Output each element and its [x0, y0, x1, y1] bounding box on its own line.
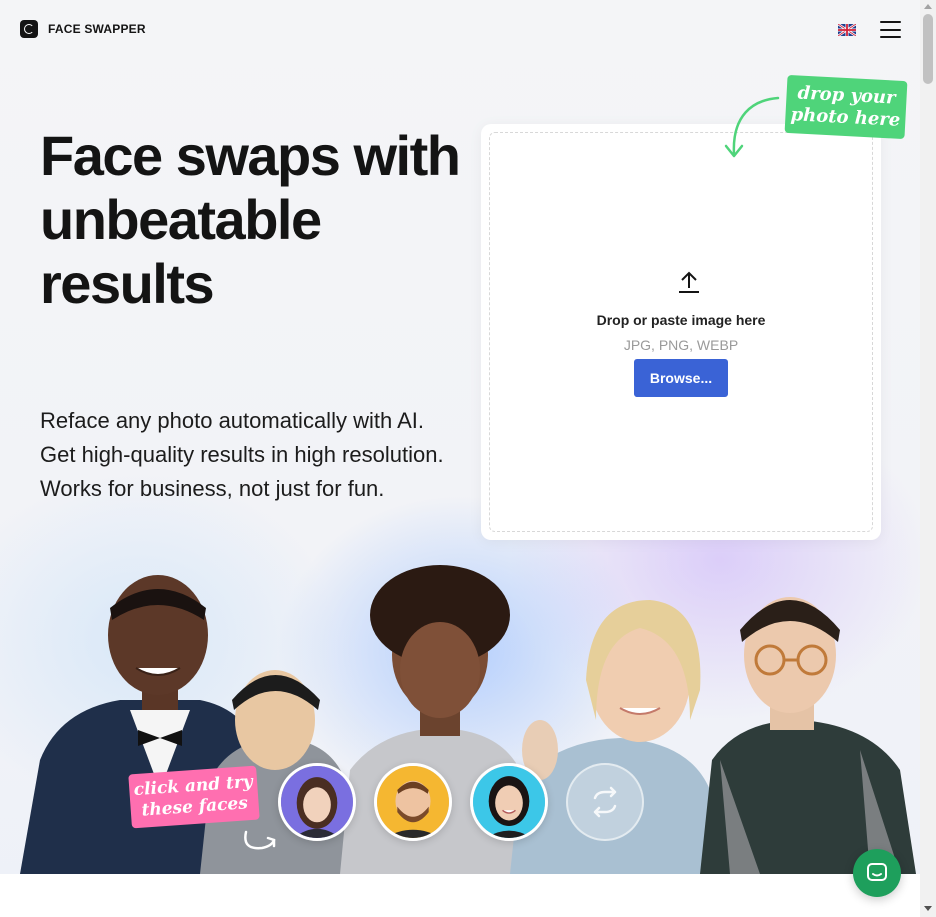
- drop-sticker-line2: photo here: [790, 104, 901, 131]
- scroll-thumb[interactable]: [923, 14, 933, 84]
- dropzone-title: Drop or paste image here: [596, 312, 766, 328]
- hamburger-menu-icon[interactable]: [880, 21, 901, 38]
- face-swapper-logo-icon: [20, 20, 38, 38]
- curved-arrow-icon: [724, 96, 780, 158]
- page-scrollbar[interactable]: [920, 0, 936, 917]
- content-band: [0, 874, 920, 917]
- scroll-up-arrow-icon[interactable]: [924, 4, 932, 9]
- face-option-3[interactable]: [470, 763, 548, 841]
- hero-subtitle: Reface any photo automatically with AI. …: [40, 408, 444, 501]
- face-option-1[interactable]: [278, 763, 356, 841]
- uk-flag-icon[interactable]: [838, 24, 856, 36]
- drop-photo-sticker: drop your photo here: [784, 74, 908, 140]
- brand-name: FACE SWAPPER: [48, 22, 146, 36]
- chat-bubble-icon[interactable]: [853, 849, 901, 897]
- swap-cycle-icon[interactable]: [566, 763, 644, 841]
- brand-logo-link[interactable]: FACE SWAPPER: [20, 20, 146, 38]
- try-faces-sticker: click and try these faces: [128, 765, 260, 829]
- upload-card: Drop or paste image here JPG, PNG, WEBP …: [481, 124, 881, 540]
- dropzone-formats: JPG, PNG, WEBP: [623, 337, 739, 353]
- scroll-down-arrow-icon[interactable]: [924, 906, 932, 911]
- curl-arrow-icon: [244, 830, 276, 850]
- site-header: FACE SWAPPER: [0, 0, 920, 60]
- face-option-2[interactable]: [374, 763, 452, 841]
- image-dropzone[interactable]: Drop or paste image here JPG, PNG, WEBP …: [489, 132, 873, 532]
- hero-title: Face swaps with unbeatable results: [40, 124, 461, 315]
- upload-arrow-icon: [679, 271, 699, 293]
- browse-button[interactable]: Browse...: [634, 359, 728, 397]
